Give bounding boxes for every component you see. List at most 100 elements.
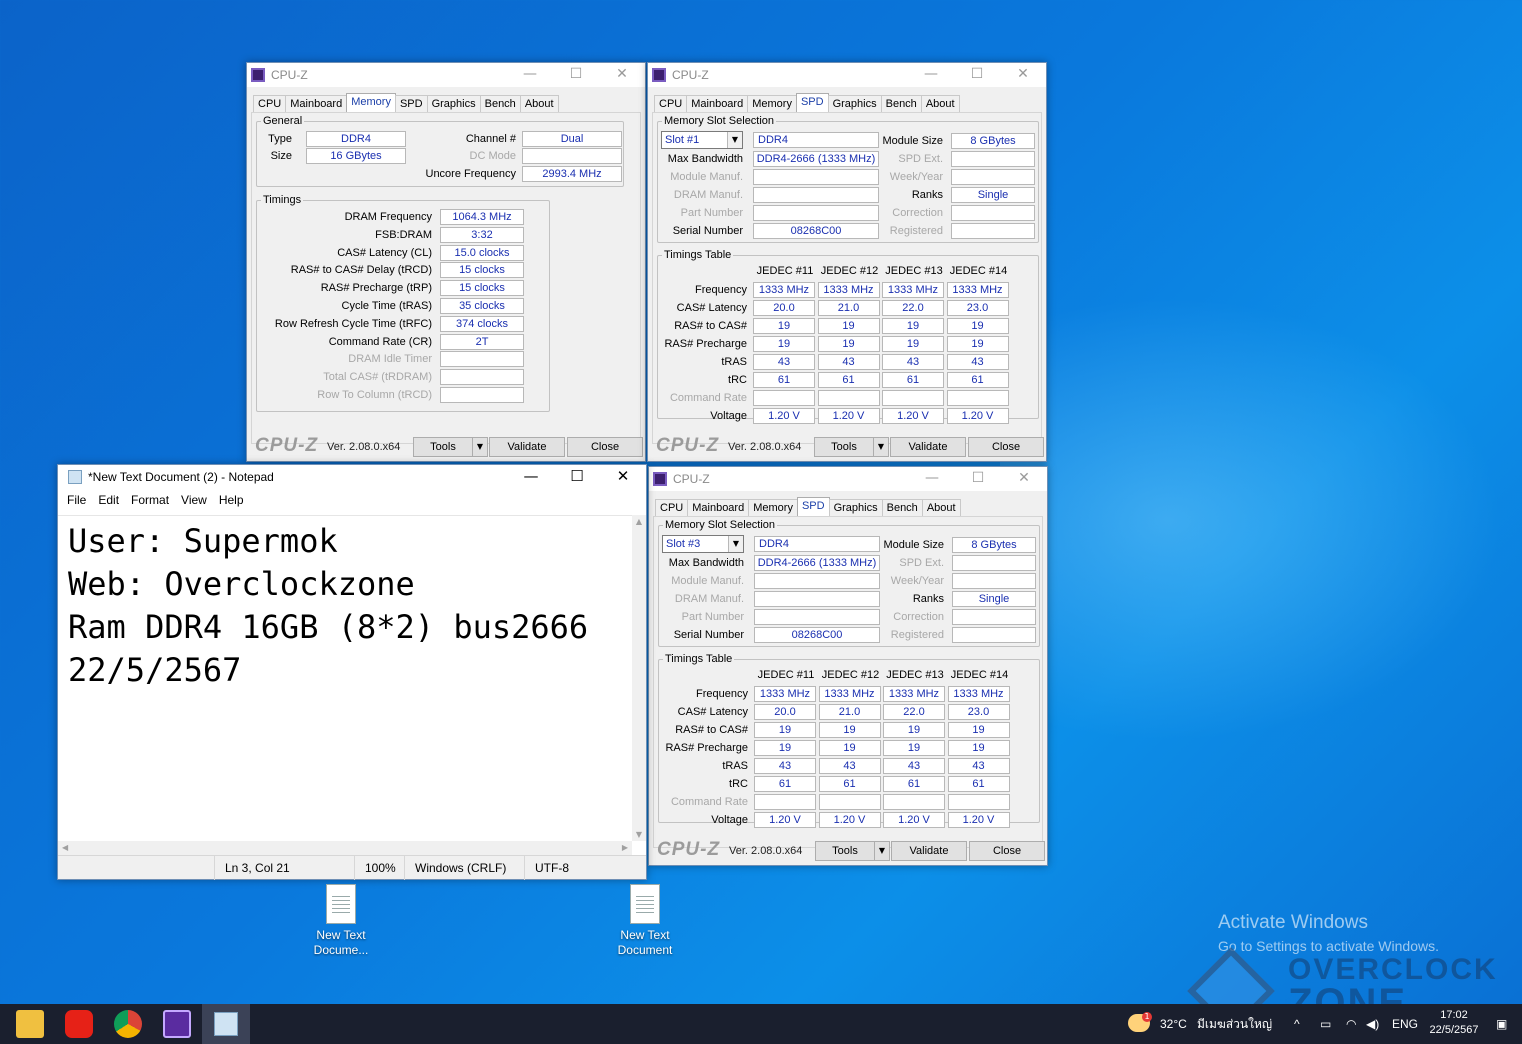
tab-bench[interactable]: Bench <box>880 95 922 113</box>
weather-temp[interactable]: 32°C <box>1160 1004 1187 1044</box>
tab-mainboard[interactable]: Mainboard <box>285 95 348 113</box>
validate-button[interactable]: Validate <box>891 841 967 861</box>
minimize-button[interactable]: — <box>908 63 954 87</box>
tab-bench[interactable]: Bench <box>479 95 521 113</box>
tab-mainboard[interactable]: Mainboard <box>687 499 750 517</box>
desktop-icon-text-doc-2[interactable]: New Text Document <box>605 884 685 958</box>
spd-label-module_size: Module Size <box>882 135 943 147</box>
tray-network-icon[interactable]: ▭ <box>1320 1004 1331 1044</box>
youtube-icon[interactable] <box>65 1010 93 1038</box>
chevron-down-icon[interactable]: ▼ <box>727 132 742 148</box>
status-bar: Ln 3, Col 21 100% Windows (CRLF) UTF-8 <box>58 855 648 880</box>
tab-cpu[interactable]: CPU <box>655 499 689 517</box>
notepad-taskbar-button[interactable] <box>202 1004 250 1044</box>
tab-mainboard[interactable]: Mainboard <box>686 95 749 113</box>
spd-value-module_manuf <box>754 573 880 589</box>
timing-cell: 19 <box>753 336 815 352</box>
timing-cell: 43 <box>817 354 880 370</box>
tray-chevron-up-icon[interactable]: ^ <box>1294 1004 1300 1044</box>
jedec-header: JEDEC #11 <box>756 265 814 277</box>
maximize-button[interactable]: ☐ <box>954 63 1000 87</box>
title-bar[interactable]: CPU-Z — ☐ ✕ <box>649 467 1047 491</box>
spd-label-max_bw: Max Bandwidth <box>667 153 743 165</box>
notepad-close-button[interactable]: ✕ <box>600 465 646 489</box>
tray-wifi-icon[interactable]: ◠ <box>1346 1004 1356 1044</box>
close-button[interactable]: Close <box>969 841 1045 861</box>
notepad-maximize-button[interactable]: ☐ <box>554 465 600 489</box>
timing-row-label: RAS# to CAS# <box>674 320 747 332</box>
notepad-taskbar-icon <box>214 1012 238 1036</box>
menu-edit[interactable]: Edit <box>92 493 125 507</box>
notepad-minimize-button[interactable]: — <box>508 465 554 489</box>
menu-file[interactable]: File <box>61 493 92 507</box>
spd-label-ranks: Ranks <box>912 593 944 605</box>
title-bar[interactable]: CPU-Z — ☐ ✕ <box>648 63 1046 87</box>
timing-cell: 19 <box>883 740 945 756</box>
clock[interactable]: 17:02 22/5/2567 <box>1428 1008 1480 1038</box>
tab-graphics[interactable]: Graphics <box>828 499 883 517</box>
close-window-button[interactable]: ✕ <box>599 63 645 87</box>
tab-graphics[interactable]: Graphics <box>426 95 481 113</box>
desktop-icon-text-doc-1[interactable]: New Text Docume... <box>301 884 381 958</box>
vertical-scrollbar[interactable]: ▲ ▼ <box>632 515 646 841</box>
chrome-icon[interactable] <box>114 1010 142 1038</box>
title-bar[interactable]: CPU-Z — ☐ ✕ <box>247 63 645 87</box>
notepad-title: *New Text Document (2) - Notepad <box>88 470 274 484</box>
tray-volume-icon[interactable]: ◀) <box>1366 1004 1379 1044</box>
maximize-button[interactable]: ☐ <box>553 63 599 87</box>
menu-help[interactable]: Help <box>213 493 250 507</box>
spd-value-max_bw: DDR4-2666 (1333 MHz) <box>754 555 880 571</box>
validate-button[interactable]: Validate <box>489 437 565 457</box>
tab-spd[interactable]: SPD <box>394 95 428 113</box>
timing-cell <box>753 390 815 406</box>
timing-label: Row To Column (tRCD) <box>317 389 432 401</box>
horizontal-scrollbar[interactable]: ◀ ▶ <box>58 841 632 855</box>
timing-value <box>440 369 524 386</box>
tab-cpu[interactable]: CPU <box>654 95 688 113</box>
menu-view[interactable]: View <box>175 493 213 507</box>
language-indicator[interactable]: ENG <box>1392 1004 1418 1044</box>
tab-memory[interactable]: Memory <box>748 499 798 517</box>
minimize-button[interactable]: — <box>507 63 553 87</box>
notepad-title-bar[interactable]: *New Text Document (2) - Notepad — ☐ ✕ <box>58 465 646 489</box>
scroll-down-icon[interactable]: ▼ <box>632 830 646 839</box>
tab-about[interactable]: About <box>920 95 960 113</box>
minimize-button[interactable]: — <box>909 467 955 491</box>
menu-format[interactable]: Format <box>125 493 175 507</box>
timing-cell: 19 <box>882 336 944 352</box>
tab-spd[interactable]: SPD <box>796 497 830 517</box>
file-explorer-icon[interactable] <box>16 1010 44 1038</box>
tab-cpu[interactable]: CPU <box>253 95 287 113</box>
tab-about[interactable]: About <box>519 95 559 113</box>
tab-spd[interactable]: SPD <box>795 93 829 113</box>
close-button[interactable]: Close <box>968 437 1044 457</box>
tools-button[interactable]: Tools <box>815 841 875 861</box>
tools-dropdown-arrow[interactable]: ▼ <box>874 841 890 861</box>
tools-dropdown-arrow[interactable]: ▼ <box>873 437 889 457</box>
weather-text[interactable]: มีเมฆส่วนใหญ่ <box>1197 1004 1272 1044</box>
tab-graphics[interactable]: Graphics <box>827 95 882 113</box>
text-editor[interactable]: User: Supermok Web: Overclockzone Ram DDR4… <box>58 515 632 841</box>
close-window-button[interactable]: ✕ <box>1000 63 1046 87</box>
cpuz-taskbar-icon[interactable] <box>163 1010 191 1038</box>
maximize-button[interactable]: ☐ <box>955 467 1001 491</box>
spd-label-spd_ext: SPD Ext. <box>899 557 944 569</box>
tools-button[interactable]: Tools <box>413 437 473 457</box>
timing-row-label: tRC <box>728 374 747 386</box>
chevron-down-icon[interactable]: ▼ <box>728 536 743 552</box>
close-window-button[interactable]: ✕ <box>1001 467 1047 491</box>
tab-memory[interactable]: Memory <box>346 93 396 113</box>
scroll-up-icon[interactable]: ▲ <box>632 515 646 526</box>
tools-dropdown-arrow[interactable]: ▼ <box>472 437 488 457</box>
scroll-right-icon[interactable]: ▶ <box>622 843 628 852</box>
validate-button[interactable]: Validate <box>890 437 966 457</box>
status-encoding: UTF-8 <box>524 856 648 880</box>
tab-memory[interactable]: Memory <box>747 95 797 113</box>
tab-about[interactable]: About <box>921 499 961 517</box>
scroll-left-icon[interactable]: ◀ <box>62 843 68 852</box>
tab-bench[interactable]: Bench <box>881 499 923 517</box>
tools-button[interactable]: Tools <box>814 437 874 457</box>
notification-center-icon[interactable]: ▣ <box>1496 1004 1507 1044</box>
timing-row-label: RAS# Precharge <box>664 338 747 350</box>
close-button[interactable]: Close <box>567 437 643 457</box>
